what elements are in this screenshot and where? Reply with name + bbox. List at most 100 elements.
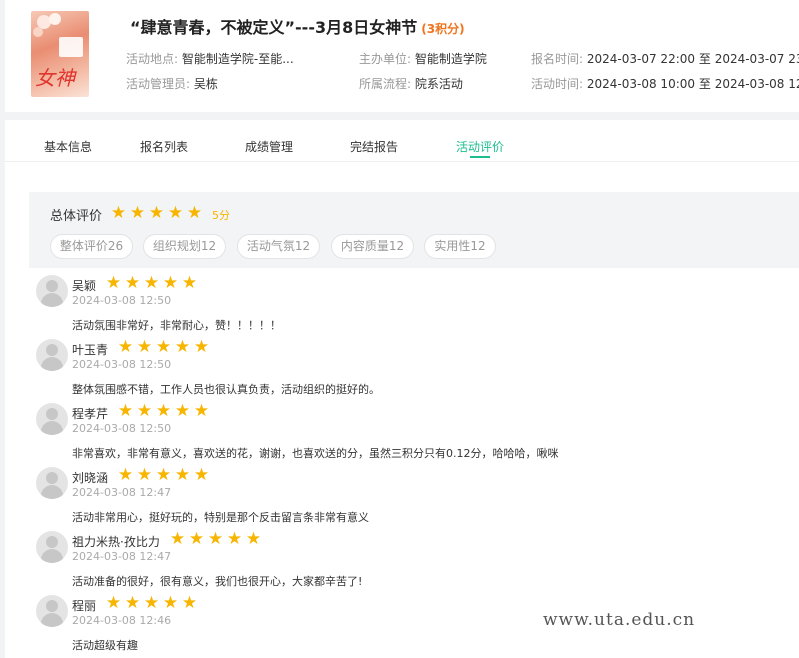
star-icon: ★	[136, 337, 153, 357]
review-stars: ★ ★ ★ ★ ★	[116, 403, 211, 420]
star-icon: ★	[169, 529, 186, 549]
review-text: 活动氛围非常好，非常耐心，赞！！！！！	[72, 319, 281, 332]
star-icon: ★	[193, 401, 210, 421]
tab-final-report[interactable]: 完结报告	[350, 138, 398, 155]
review-content: 总体评价 ★ ★ ★ ★ ★ 5分 整体评价26 组织规划12 活动气氛12 内容质量1…	[5, 162, 799, 658]
manager-value: 吴栋	[193, 77, 218, 91]
review-text: 活动准备的很好，很有意义，我们也很开心，大家都辛苦了!	[72, 575, 363, 588]
thumbnail-word: 女神	[35, 66, 75, 90]
review-item: 祖力米热·孜比力 ★ ★ ★ ★ ★ 2024-03-08 12:47 活动准备的很好，很有意…	[29, 531, 789, 595]
star-icon: ★	[245, 529, 262, 549]
manager-meta: 活动管理员: 吴栋	[126, 77, 218, 91]
review-stars: ★ ★ ★ ★ ★	[104, 275, 199, 292]
star-icon: ★	[193, 465, 210, 485]
review-text: 整体氛围感不错，工作人员也很认真负责，活动组织的挺好的。	[72, 383, 380, 396]
star-icon: ★	[174, 465, 191, 485]
organizer-value: 智能制造学院	[414, 52, 487, 66]
avatar	[36, 403, 68, 435]
star-icon: ★	[207, 529, 224, 549]
review-time: 2024-03-08 12:50	[72, 422, 172, 435]
star-icon: ★	[174, 401, 191, 421]
chip-overall[interactable]: 整体评价26	[50, 234, 133, 259]
reviewer-name: 程丽	[72, 599, 97, 613]
star-icon: ★	[136, 465, 153, 485]
star-icon: ★	[226, 529, 243, 549]
star-icon: ★	[155, 465, 172, 485]
star-icon: ★	[162, 593, 179, 613]
active-tab-indicator	[470, 156, 490, 158]
tab-activity-review[interactable]: 活动评价	[456, 138, 504, 155]
review-time: 2024-03-08 12:50	[72, 294, 172, 307]
star-icon: ★	[186, 203, 203, 223]
star-icon: ★	[143, 273, 160, 293]
location-meta: 活动地点: 智能制造学院-至能...	[126, 52, 294, 66]
tab-bar: 基本信息 报名列表 成绩管理 完结报告 活动评价	[5, 120, 799, 162]
review-stars: ★ ★ ★ ★ ★	[116, 467, 211, 484]
overall-rating-stars: ★ ★ ★ ★ ★	[109, 205, 204, 222]
process-meta: 所属流程: 院系活动	[359, 77, 463, 91]
site-watermark: www.uta.edu.cn	[543, 610, 696, 630]
review-time: 2024-03-08 12:47	[72, 550, 172, 563]
avatar	[36, 275, 68, 307]
chip-practicality[interactable]: 实用性12	[424, 234, 496, 259]
star-icon: ★	[117, 465, 134, 485]
chip-organization[interactable]: 组织规划12	[143, 234, 226, 259]
tab-score-management[interactable]: 成绩管理	[245, 138, 293, 155]
overall-rating-panel: 总体评价 ★ ★ ★ ★ ★ 5分 整体评价26 组织规划12 活动气氛12 内容质量1…	[29, 192, 799, 268]
reviewer-name: 叶玉青	[72, 343, 109, 357]
star-icon: ★	[155, 337, 172, 357]
star-icon: ★	[167, 203, 184, 223]
star-icon: ★	[124, 593, 141, 613]
star-icon: ★	[124, 273, 141, 293]
review-stars: ★ ★ ★ ★ ★	[168, 531, 263, 548]
star-icon: ★	[105, 593, 122, 613]
chip-atmosphere[interactable]: 活动气氛12	[237, 234, 320, 259]
activity-title: “肆意青春，不被定义”---3月8日女神节	[130, 18, 418, 37]
organizer-meta: 主办单位: 智能制造学院	[359, 52, 487, 66]
star-icon: ★	[188, 529, 205, 549]
star-icon: ★	[174, 337, 191, 357]
activity-thumbnail: 女神	[31, 11, 89, 97]
activity-points: (3积分)	[421, 22, 465, 36]
star-icon: ★	[136, 401, 153, 421]
avatar	[36, 531, 68, 563]
review-text: 活动超级有趣	[72, 639, 138, 652]
review-item: 吴颖 ★ ★ ★ ★ ★ 2024-03-08 12:50 活动氛围非常好，非常耐心，赞！！！…	[29, 275, 789, 339]
star-icon: ★	[129, 203, 146, 223]
star-icon: ★	[162, 273, 179, 293]
activity-header: 女神 “肆意青春，不被定义”---3月8日女神节 (3积分) 活动地点: 智能制造…	[5, 0, 799, 112]
activity-time-meta: 活动时间: 2024-03-08 10:00 至 2024-03-08 12:0…	[531, 77, 799, 91]
location-value: 智能制造学院-至能...	[181, 52, 294, 66]
chip-content-quality[interactable]: 内容质量12	[331, 234, 414, 259]
review-stars: ★ ★ ★ ★ ★	[104, 595, 199, 612]
star-icon: ★	[155, 401, 172, 421]
overall-rating-label: 总体评价	[50, 209, 103, 224]
review-text: 非常喜欢，非常有意义，喜欢送的花，谢谢，也喜欢送的分，虽然三积分只有0.12分，…	[72, 447, 559, 460]
star-icon: ★	[143, 593, 160, 613]
tab-basic-info[interactable]: 基本信息	[44, 138, 92, 155]
avatar	[36, 339, 68, 371]
reviewer-name: 程孝芹	[72, 407, 109, 421]
reviewer-name: 吴颖	[72, 279, 97, 293]
star-icon: ★	[110, 203, 127, 223]
avatar	[36, 467, 68, 499]
reviewer-name: 祖力米热·孜比力	[72, 535, 160, 549]
avatar	[36, 595, 68, 627]
star-icon: ★	[181, 593, 198, 613]
star-icon: ★	[181, 273, 198, 293]
star-icon: ★	[117, 337, 134, 357]
review-item: 程孝芹 ★ ★ ★ ★ ★ 2024-03-08 12:50 非常喜欢，非常有意义，喜欢送的花…	[29, 403, 789, 467]
star-icon: ★	[148, 203, 165, 223]
tab-signup-list[interactable]: 报名列表	[140, 138, 188, 155]
thumbnail-card	[59, 37, 83, 57]
review-item: 刘晓涵 ★ ★ ★ ★ ★ 2024-03-08 12:47 活动非常用心，挺好玩的，特别是那…	[29, 467, 789, 531]
overall-score: 5分	[212, 209, 230, 222]
signup-time-meta: 报名时间: 2024-03-07 22:00 至 2024-03-07 23:5…	[531, 52, 799, 66]
review-item: 叶玉青 ★ ★ ★ ★ ★ 2024-03-08 12:50 整体氛围感不错，工作人员也很认真…	[29, 339, 789, 403]
review-time: 2024-03-08 12:47	[72, 486, 172, 499]
star-icon: ★	[193, 337, 210, 357]
review-stars: ★ ★ ★ ★ ★	[116, 339, 211, 356]
review-time: 2024-03-08 12:46	[72, 614, 172, 627]
star-icon: ★	[105, 273, 122, 293]
reviewer-name: 刘晓涵	[72, 471, 109, 485]
